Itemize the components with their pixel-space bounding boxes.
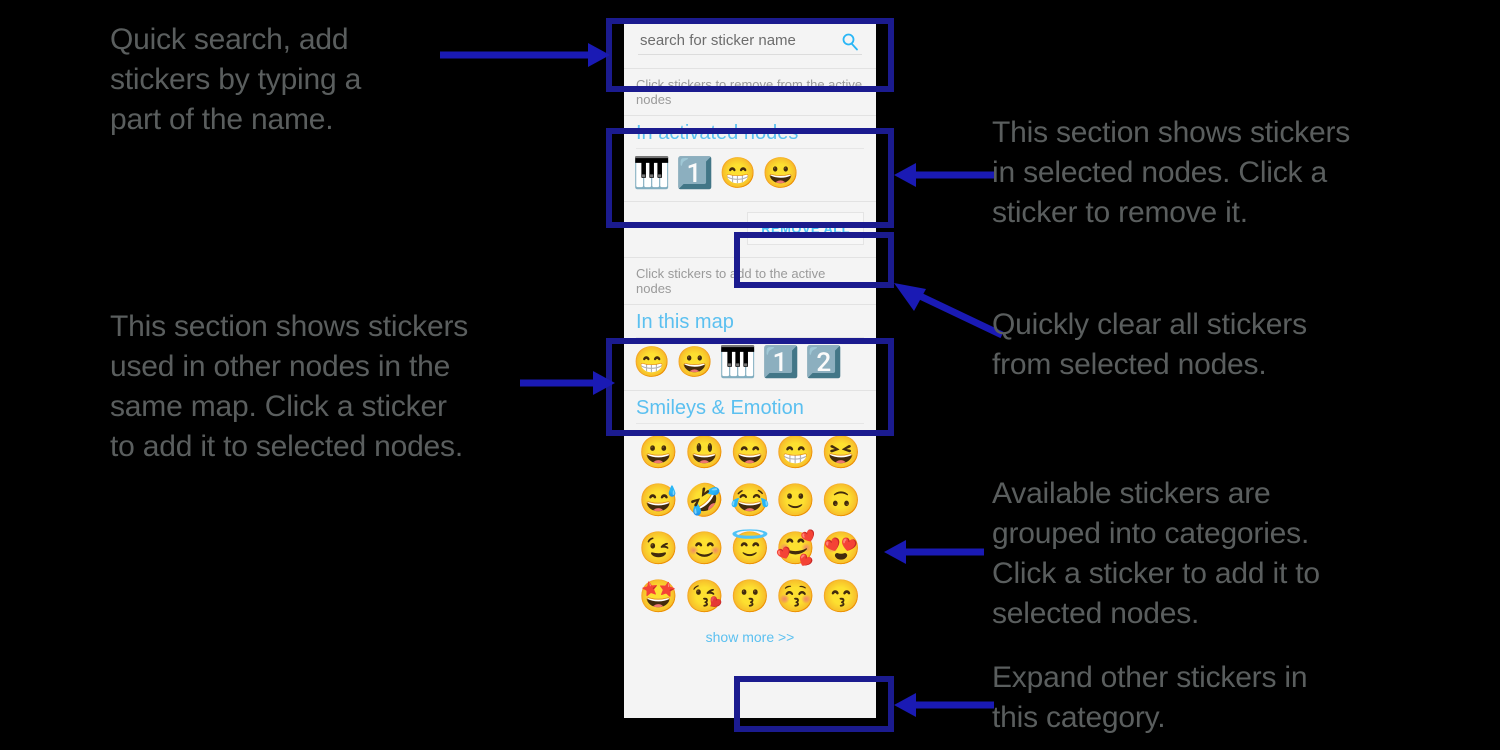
face-blowing-a-kiss-sticker[interactable]: 😘 [684, 576, 724, 616]
keycap-one-sticker[interactable]: 1️⃣ [762, 345, 799, 381]
arrow-to-categories [884, 540, 984, 564]
kissing-face-with-closed-eyes-sticker[interactable]: 😚 [776, 576, 816, 616]
kissing-face-with-smiling-eyes-sticker[interactable]: 😙 [821, 576, 861, 616]
show-more-button[interactable]: show more >> [624, 620, 876, 657]
smiling-face-with-smiling-eyes-sticker[interactable]: 😊 [684, 528, 724, 568]
hint-add-to-active: Click stickers to add to the active node… [624, 258, 876, 304]
grinning-face-sticker[interactable]: 😀 [762, 156, 799, 192]
annotation-activated-section: This section shows stickers in selected … [992, 116, 1351, 229]
remove-all-row: REMOVE ALL [624, 202, 876, 257]
category-sticker-grid: 😀 😃 😄 😁 😆 😅 🤣 😂 🙂 🙃 😉 😊 😇 🥰 😍 🤩 😘 😗 😚 😙 [624, 424, 876, 620]
activated-sticker-row: 🎹 1️⃣ 😁 😀 [624, 149, 876, 201]
beaming-face-with-smiling-eyes-sticker[interactable]: 😁 [633, 345, 670, 381]
annotation-show-more: Expand other stickers in this category. [992, 661, 1308, 734]
section-title-in-this-map: In this map [636, 311, 734, 333]
grinning-face-with-smiling-eyes-sticker[interactable]: 😄 [730, 432, 770, 472]
annotation-quick-search: Quick search, add stickers by typing a p… [110, 23, 362, 136]
screenshot-stage: Click stickers to remove from the active… [0, 0, 1500, 750]
section-title-activated: In activated nodes [636, 122, 799, 144]
keycap-two-sticker[interactable]: 2️⃣ [805, 345, 842, 381]
grinning-squinting-face-sticker[interactable]: 😆 [821, 432, 861, 472]
kissing-face-sticker[interactable]: 😗 [730, 576, 770, 616]
annotation-categories: Available stickers are grouped into cate… [992, 477, 1320, 630]
arrow-to-show-more [894, 693, 994, 717]
upside-down-face-sticker[interactable]: 🙃 [821, 480, 861, 520]
musical-keyboard-sticker[interactable]: 🎹 [633, 156, 670, 192]
search-input[interactable] [638, 32, 862, 55]
grinning-face-with-sweat-sticker[interactable]: 😅 [639, 480, 679, 520]
arrow-to-activated [894, 163, 994, 187]
beaming-face-with-smiling-eyes-sticker[interactable]: 😁 [776, 432, 816, 472]
keycap-one-sticker[interactable]: 1️⃣ [676, 156, 713, 192]
annotation-remove-all: Quickly clear all stickers from selected… [992, 308, 1307, 381]
remove-all-button[interactable]: REMOVE ALL [747, 212, 864, 245]
search-icon[interactable] [840, 32, 860, 52]
arrow-to-remove-all [894, 283, 1004, 339]
hint-remove-from-active: Click stickers to remove from the active… [624, 69, 876, 115]
sticker-panel: Click stickers to remove from the active… [624, 18, 876, 718]
slightly-smiling-face-sticker[interactable]: 🙂 [776, 480, 816, 520]
grinning-face-sticker[interactable]: 😀 [676, 345, 713, 381]
rolling-on-the-floor-laughing-sticker[interactable]: 🤣 [684, 480, 724, 520]
search-row [624, 18, 876, 68]
face-with-tears-of-joy-sticker[interactable]: 😂 [730, 480, 770, 520]
smiling-face-with-heart-eyes-sticker[interactable]: 😍 [821, 528, 861, 568]
star-struck-sticker[interactable]: 🤩 [639, 576, 679, 616]
grinning-face-with-big-eyes-sticker[interactable]: 😃 [684, 432, 724, 472]
grinning-face-sticker[interactable]: 😀 [639, 432, 679, 472]
annotation-in-this-map: This section shows stickers used in othe… [110, 310, 469, 463]
winking-face-sticker[interactable]: 😉 [639, 528, 679, 568]
musical-keyboard-sticker[interactable]: 🎹 [719, 345, 756, 381]
smiling-face-with-halo-sticker[interactable]: 😇 [730, 528, 770, 568]
in-this-map-sticker-row: 😁 😀 🎹 1️⃣ 2️⃣ [624, 338, 876, 390]
beaming-face-with-smiling-eyes-sticker[interactable]: 😁 [719, 156, 756, 192]
section-title-category: Smileys & Emotion [636, 397, 804, 419]
smiling-face-with-hearts-sticker[interactable]: 🥰 [776, 528, 816, 568]
